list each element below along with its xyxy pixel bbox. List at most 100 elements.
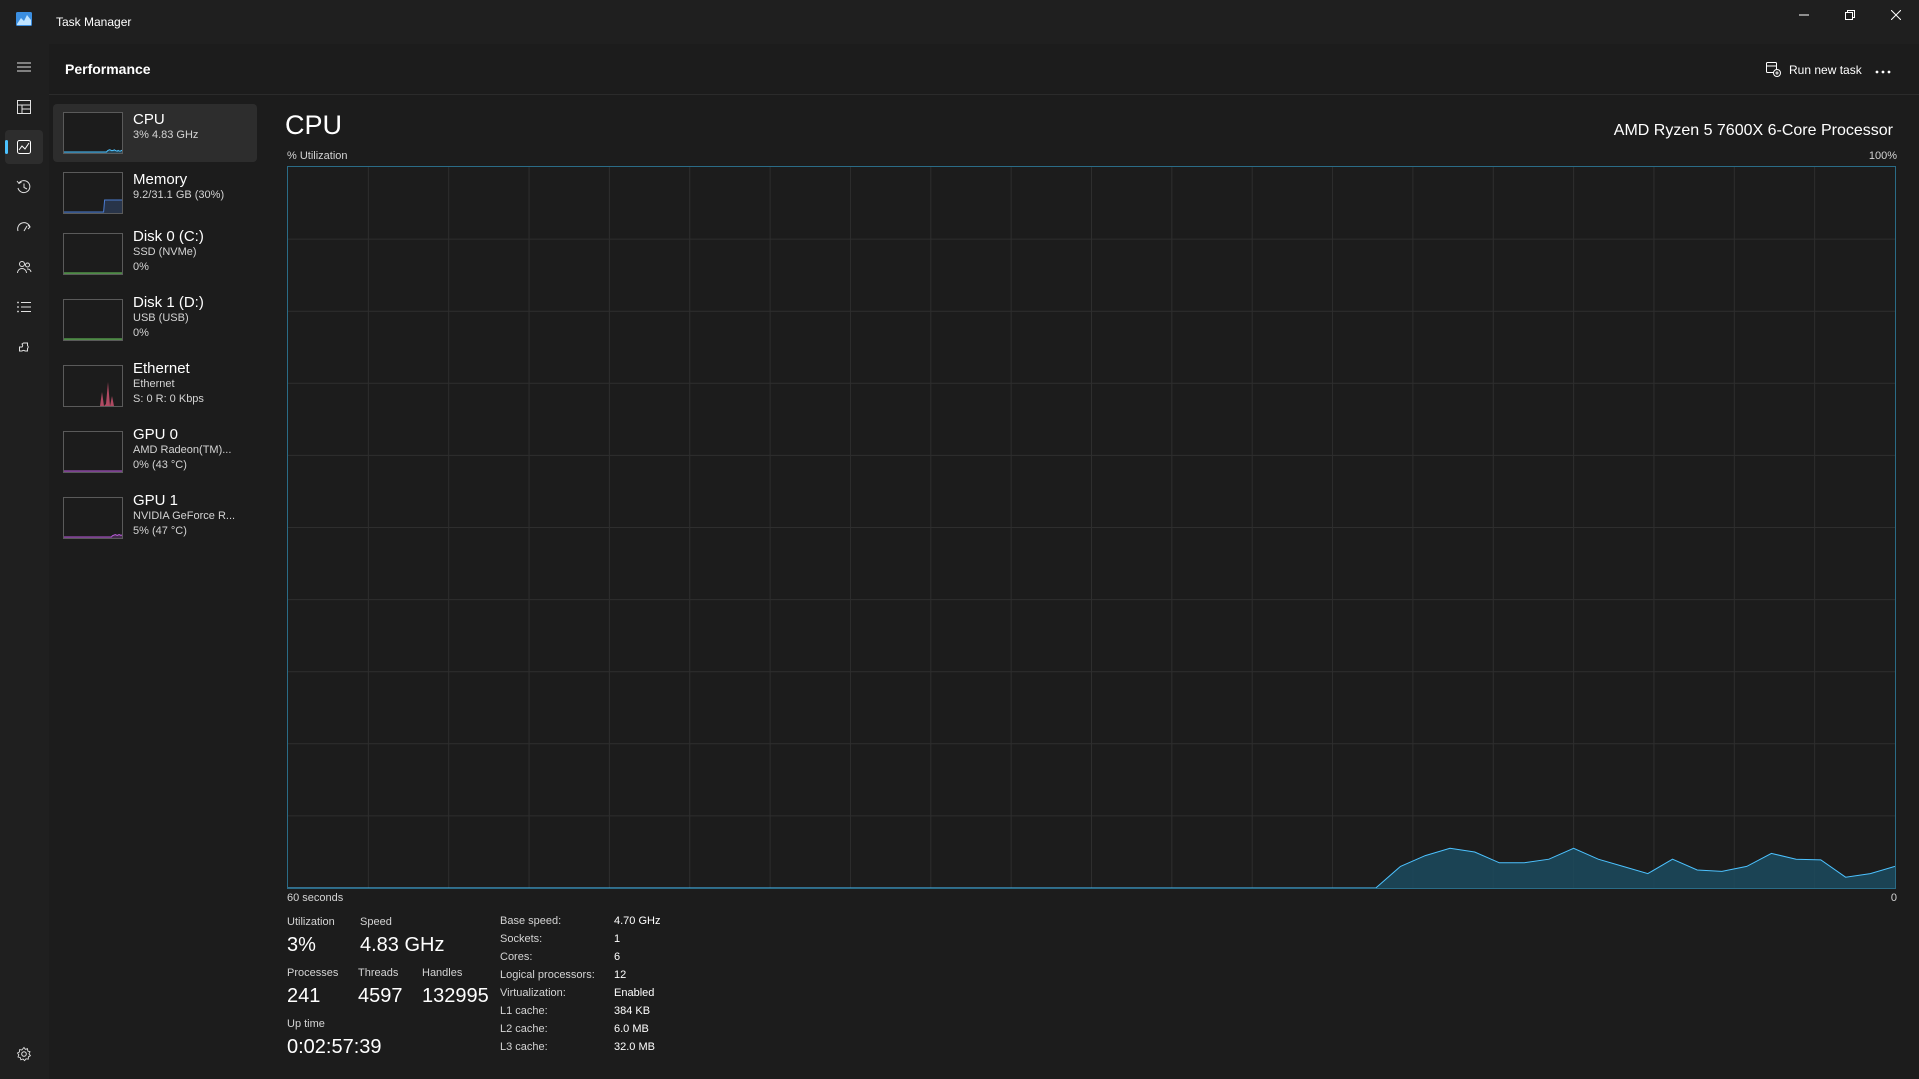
handles-value: 132995 (422, 985, 489, 1007)
resource-usage: 0% (133, 261, 149, 273)
spec-key: L2 cache: (500, 1023, 548, 1035)
handles-label: Handles (422, 967, 463, 979)
title-bar: Task Manager (0, 0, 1919, 44)
resource-detail: NVIDIA GeForce R... (133, 510, 236, 522)
nav-settings[interactable] (5, 1037, 43, 1071)
speed-label: Speed (360, 916, 392, 928)
run-new-task-icon (1765, 61, 1781, 80)
close-button[interactable] (1873, 0, 1919, 30)
nav-app-history[interactable] (5, 170, 43, 204)
spec-key: Virtualization: (500, 987, 566, 999)
spec-key: Cores: (500, 951, 533, 963)
spec-row: L2 cache: 6.0 MB (500, 1023, 800, 1041)
task-manager-logo-icon (16, 12, 32, 26)
hamburger-menu-icon (16, 59, 32, 75)
resource-detail: USB (USB) (133, 312, 189, 324)
disk-0-thumbnail-graph (63, 233, 123, 275)
spec-value: Enabled (614, 987, 655, 999)
minimize-icon (1799, 10, 1809, 20)
details-icon (16, 299, 32, 315)
nav-startup-apps[interactable] (5, 210, 43, 244)
resource-item-ethernet[interactable]: Ethernet Ethernet S: 0 R: 0 Kbps (53, 356, 257, 420)
resource-item-gpu-0[interactable]: GPU 0 AMD Radeon(TM)... 0% (43 °C) (53, 422, 257, 486)
spec-row: Cores: 6 (500, 951, 800, 969)
spec-key: Base speed: (500, 915, 562, 927)
resource-name: CPU (133, 111, 165, 128)
spec-key: L1 cache: (500, 1005, 548, 1017)
memory-thumbnail-graph (63, 172, 123, 214)
resource-item-disk-1[interactable]: Disk 1 (D:) USB (USB) 0% (53, 290, 257, 354)
resource-list: CPU 3% 4.83 GHz Memory 9.2/31.1 GB (30%)… (49, 96, 259, 1079)
services-icon (16, 339, 32, 355)
spec-row: Base speed: 4.70 GHz (500, 915, 800, 933)
nav-processes[interactable] (5, 90, 43, 124)
spec-row: L1 cache: 384 KB (500, 1005, 800, 1023)
more-options-icon (1875, 61, 1891, 79)
resource-name: GPU 0 (133, 426, 179, 443)
cpu-thumbnail-graph (63, 112, 123, 154)
more-options-button[interactable] (1867, 56, 1899, 84)
resource-name: GPU 1 (133, 492, 179, 509)
y-axis-max-label: 100% (1868, 150, 1897, 162)
resource-item-gpu-1[interactable]: GPU 1 NVIDIA GeForce R... 5% (47 °C) (53, 488, 257, 552)
disk-1-thumbnail-graph (63, 299, 123, 341)
processes-label: Processes (287, 967, 339, 979)
speed-value: 4.83 GHz (360, 934, 445, 956)
resource-item-cpu[interactable]: CPU 3% 4.83 GHz (53, 104, 257, 162)
resource-usage: 0% (43 °C) (133, 459, 187, 471)
spec-row: Logical processors: 12 (500, 969, 800, 987)
resource-item-memory[interactable]: Memory 9.2/31.1 GB (30%) (53, 164, 257, 222)
hamburger-menu-button[interactable] (5, 50, 43, 84)
settings-gear-icon (16, 1046, 32, 1062)
resource-name: Disk 0 (C:) (133, 228, 204, 245)
run-new-task-button[interactable]: Run new task (1757, 56, 1870, 84)
page-title: Performance (65, 61, 151, 77)
spec-value: 6 (614, 951, 621, 963)
thumbnail-area (64, 200, 122, 213)
performance-icon (16, 139, 32, 155)
resource-detail: AMD Radeon(TM)... (133, 444, 232, 456)
page-header: Performance Run new task (49, 44, 1919, 95)
minimize-button[interactable] (1781, 0, 1827, 30)
window-title: Task Manager (56, 15, 132, 29)
ethernet-traffic-spike (100, 382, 114, 406)
restore-button[interactable] (1827, 0, 1873, 30)
threads-label: Threads (358, 967, 399, 979)
resource-usage: 0% (133, 327, 149, 339)
spec-value: 12 (614, 969, 627, 981)
resource-name: Disk 1 (D:) (133, 294, 204, 311)
nav-services[interactable] (5, 330, 43, 364)
gpu-0-thumbnail-graph (63, 431, 123, 473)
navigation-rail (0, 44, 49, 1079)
resource-detail: SSD (NVMe) (133, 246, 197, 258)
resource-name: Ethernet (133, 360, 190, 377)
resource-item-disk-0[interactable]: Disk 0 (C:) SSD (NVMe) 0% (53, 224, 257, 288)
chart-grid (288, 167, 1895, 888)
nav-details[interactable] (5, 290, 43, 324)
spec-value: 1 (614, 933, 621, 945)
resource-detail: Ethernet (133, 378, 175, 390)
resource-detail: 3% 4.83 GHz (133, 129, 199, 141)
spec-value: 4.70 GHz (614, 915, 661, 927)
threads-value: 4597 (358, 985, 403, 1007)
x-axis-right-label: 0 (1890, 892, 1897, 904)
nav-performance[interactable] (5, 130, 43, 164)
nav-users[interactable] (5, 250, 43, 284)
x-axis-left-label: 60 seconds (287, 892, 344, 904)
resource-name: Memory (133, 171, 188, 188)
spec-row: Sockets: 1 (500, 933, 800, 951)
run-new-task-label: Run new task (1789, 63, 1862, 77)
spec-value: 6.0 MB (614, 1023, 649, 1035)
processes-value: 241 (287, 985, 321, 1007)
processor-model: AMD Ryzen 5 7600X 6-Core Processor (1613, 122, 1893, 139)
uptime-label: Up time (287, 1018, 325, 1030)
spec-key: L3 cache: (500, 1041, 548, 1053)
cpu-utilization-chart (287, 166, 1896, 889)
close-icon (1891, 10, 1901, 20)
restore-icon (1845, 10, 1855, 20)
resource-detail: 9.2/31.1 GB (30%) (133, 189, 225, 201)
spec-value: 384 KB (614, 1005, 651, 1017)
uptime-value: 0:02:57:39 (287, 1036, 382, 1058)
resource-usage: S: 0 R: 0 Kbps (133, 393, 204, 405)
utilization-label: Utilization (287, 916, 335, 928)
